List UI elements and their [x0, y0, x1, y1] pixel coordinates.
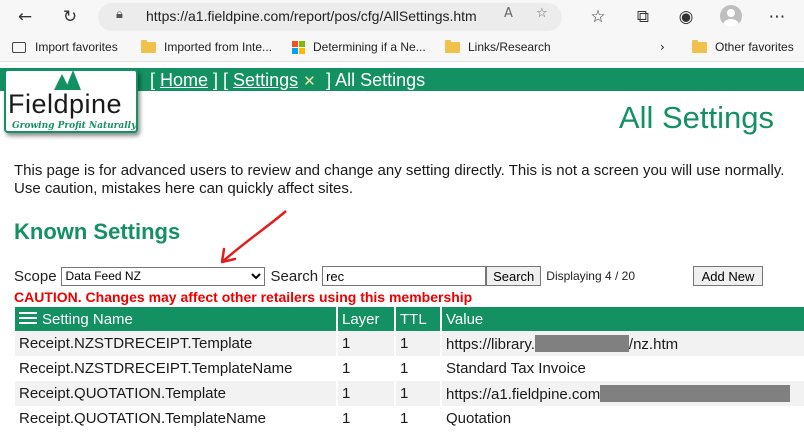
ttl-cell: 1	[395, 406, 442, 431]
value-cell[interactable]: https://a1.fieldpine.com	[441, 381, 804, 406]
edge-extension-icon[interactable]: ◉	[673, 4, 699, 30]
layer-cell: 1	[337, 406, 396, 431]
settings-table: Setting Name Layer TTL Value Receipt.NZS…	[15, 307, 804, 431]
favorite-imported-folder[interactable]: Imported from Inte...	[141, 39, 273, 54]
intro-text: This page is for advanced users to revie…	[14, 162, 785, 197]
hamburger-menu-icon[interactable]	[19, 311, 37, 325]
value-text: Quotation	[446, 410, 512, 427]
folder-icon	[692, 39, 707, 53]
chevron-right-icon[interactable]: ›	[660, 40, 665, 54]
favorites-icon[interactable]: ☆	[585, 4, 611, 30]
profile-avatar-icon[interactable]	[720, 5, 742, 27]
value-cell[interactable]: https://library. /nz.htm	[441, 331, 804, 356]
favorite-label: Determining if a Ne...	[313, 40, 426, 54]
read-aloud-icon[interactable]: A	[504, 6, 513, 21]
logo-tagline: Growing Profit Naturally	[12, 121, 137, 131]
ttl-cell: 1	[395, 331, 442, 356]
home-link[interactable]: Home	[160, 70, 208, 90]
table-row[interactable]: Receipt.QUOTATION.TemplateName 1 1 Quota…	[15, 406, 804, 431]
add-favorite-icon[interactable]: ☆	[536, 6, 548, 21]
layer-cell: 1	[337, 381, 396, 406]
value-text: https://library.	[446, 335, 535, 353]
favorite-label: Links/Research	[468, 40, 551, 54]
search-label: Search	[270, 267, 319, 285]
scope-select[interactable]: Data Feed NZ	[60, 266, 265, 286]
setting-name-cell[interactable]: Receipt.NZSTDRECEIPT.TemplateName	[15, 356, 338, 381]
logo-text: Fieldpine	[8, 89, 123, 119]
column-header-ttl[interactable]: TTL	[395, 307, 442, 331]
table-row[interactable]: Receipt.NZSTDRECEIPT.TemplateName 1 1 St…	[15, 356, 804, 381]
favorite-label: Other favorites	[715, 40, 794, 54]
layer-cell: 1	[337, 356, 396, 381]
breadcrumb-current: ] All Settings	[321, 70, 426, 90]
back-arrow-icon[interactable]: ←	[12, 4, 38, 30]
wrench-icon: ✕	[303, 72, 316, 90]
setting-name-cell[interactable]: Receipt.QUOTATION.Template	[15, 381, 338, 406]
pine-tree-icon	[65, 70, 81, 90]
breadcrumb: [ Home ] [ Settings ✕ ] All Settings	[150, 70, 425, 91]
add-new-button[interactable]: Add New	[693, 266, 763, 286]
redaction-block	[600, 384, 791, 402]
browser-toolbar: ← ↻ 🔒︎ https://a1.fieldpine.com/report/p…	[0, 0, 804, 34]
refresh-icon[interactable]: ↻	[57, 4, 83, 30]
column-header-setting-name[interactable]: Setting Name	[15, 307, 338, 331]
page-title: All Settings	[618, 100, 774, 135]
section-title: Known Settings	[14, 219, 181, 244]
table-row[interactable]: Receipt.QUOTATION.Template 1 1 https://a…	[15, 381, 804, 406]
column-header-label: Setting Name	[42, 310, 133, 328]
search-input[interactable]	[322, 266, 487, 286]
fieldpine-logo[interactable]: Fieldpine Growing Profit Naturally	[4, 69, 138, 133]
value-text: /nz.htm	[628, 335, 679, 353]
scope-label: Scope	[14, 267, 57, 285]
favorite-import[interactable]: Import favorites	[12, 40, 118, 54]
value-text: https://a1.fieldpine.com	[446, 385, 601, 403]
redaction-block	[534, 334, 629, 352]
value-text: Standard Tax Invoice	[446, 360, 586, 377]
table-header-row: Setting Name Layer TTL Value	[15, 307, 804, 331]
folder-icon	[445, 39, 460, 53]
collections-icon[interactable]: ⧉	[630, 4, 656, 30]
column-header-value[interactable]: Value	[441, 307, 804, 331]
setting-name-cell[interactable]: Receipt.QUOTATION.TemplateName	[15, 406, 338, 431]
favorites-bar: Import favorites Imported from Inte... D…	[0, 34, 804, 62]
favorite-links-research[interactable]: Links/Research	[445, 39, 551, 54]
favorite-determining[interactable]: Determining if a Ne...	[292, 40, 426, 54]
folder-icon	[141, 39, 156, 53]
ttl-cell: 1	[395, 381, 442, 406]
microsoft-logo-icon	[292, 40, 305, 54]
search-button[interactable]: Search	[486, 266, 542, 286]
column-header-layer[interactable]: Layer	[337, 307, 396, 331]
breadcrumb-bracket: [	[150, 70, 161, 90]
displaying-count: Displaying 4 / 20	[546, 269, 635, 283]
breadcrumb-separator: ] [	[208, 70, 234, 90]
address-url[interactable]: https://a1.fieldpine.com/report/pos/cfg/…	[146, 8, 477, 24]
table-row[interactable]: Receipt.NZSTDRECEIPT.Template 1 1 https:…	[15, 331, 804, 356]
value-cell[interactable]: Standard Tax Invoice	[441, 356, 804, 381]
caution-message: CAUTION. Changes may affect other retail…	[14, 289, 473, 305]
favorite-other[interactable]: Other favorites	[692, 39, 794, 54]
more-menu-icon[interactable]: ⋯	[764, 4, 790, 30]
lock-icon[interactable]: 🔒︎	[116, 7, 123, 22]
favorite-label: Imported from Inte...	[164, 40, 273, 54]
filter-row: Scope Data Feed NZ Search Search Display…	[14, 266, 635, 286]
ttl-cell: 1	[395, 356, 442, 381]
setting-name-cell[interactable]: Receipt.NZSTDRECEIPT.Template	[15, 331, 338, 356]
layer-cell: 1	[337, 331, 396, 356]
value-cell[interactable]: Quotation	[441, 406, 804, 431]
import-icon	[12, 41, 26, 53]
favorite-label: Import favorites	[35, 40, 118, 54]
settings-link[interactable]: Settings	[233, 70, 298, 90]
